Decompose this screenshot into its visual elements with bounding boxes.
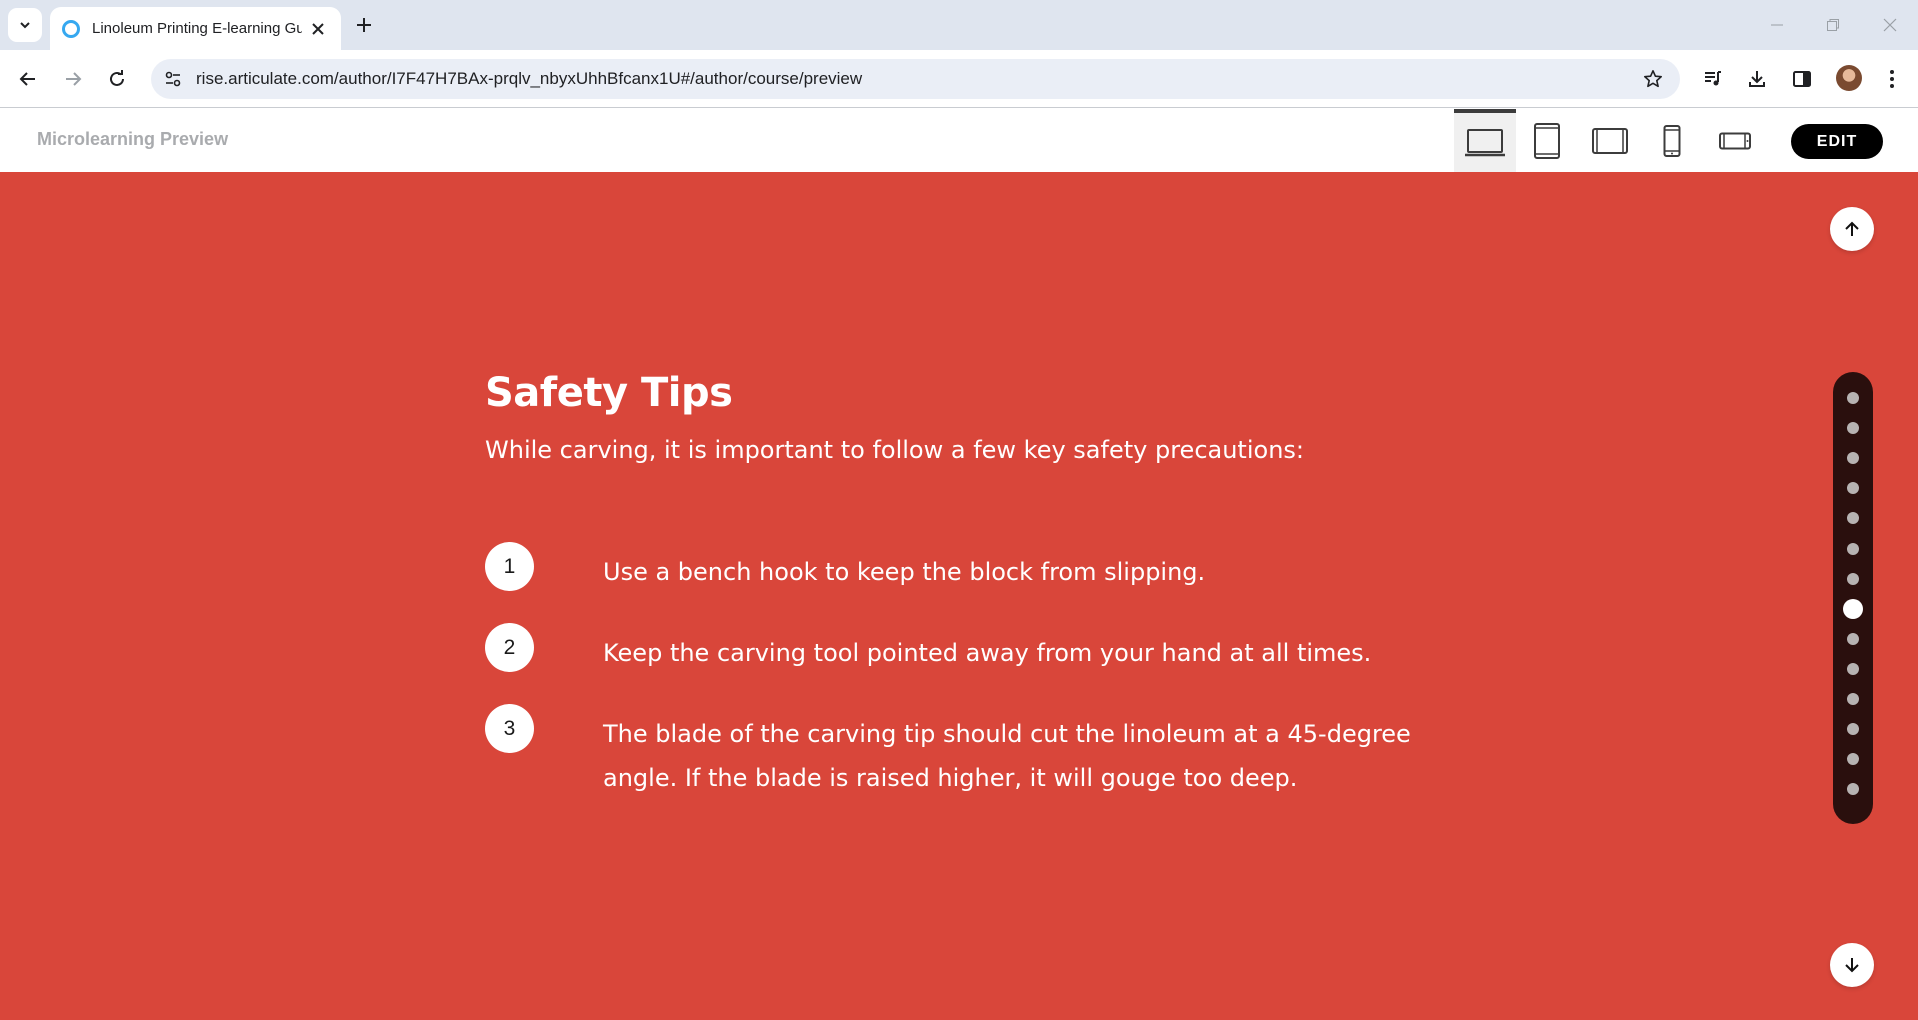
section-progress-dot[interactable] xyxy=(1847,753,1859,766)
media-controls-button[interactable] xyxy=(1697,63,1729,95)
forward-button[interactable] xyxy=(56,62,90,96)
step-number: 1 xyxy=(485,542,534,591)
section-progress-dot[interactable] xyxy=(1847,542,1859,555)
section-progress-rail[interactable] xyxy=(1833,372,1873,824)
address-bar[interactable]: rise.articulate.com/author/I7F47H7BAx-pr… xyxy=(151,59,1680,99)
browser-tab-active[interactable]: Linoleum Printing E-learning Gu xyxy=(50,7,341,50)
browser-menu-button[interactable] xyxy=(1876,63,1908,95)
desktop-icon xyxy=(1465,128,1505,156)
step-text: The blade of the carving tip should cut … xyxy=(603,720,1411,792)
device-tablet-landscape-button[interactable] xyxy=(1579,109,1641,172)
phone-landscape-icon xyxy=(1719,132,1751,149)
section-progress-dot[interactable] xyxy=(1847,512,1859,525)
device-desktop-button[interactable] xyxy=(1454,109,1516,172)
lesson-content: Safety Tips While carving, it is importa… xyxy=(0,172,1918,1020)
tablet-landscape-icon xyxy=(1592,127,1628,154)
section-progress-dot[interactable] xyxy=(1847,482,1859,495)
preview-title: Microlearning Preview xyxy=(37,129,229,149)
section-progress-dot[interactable] xyxy=(1847,572,1859,585)
profile-avatar[interactable] xyxy=(1836,65,1862,91)
close-window-icon xyxy=(1883,18,1897,32)
step-number: 2 xyxy=(485,623,534,672)
section-progress-dot[interactable] xyxy=(1847,452,1859,465)
tablet-portrait-icon xyxy=(1534,122,1560,159)
browser-tab-strip: Linoleum Printing E-learning Gu xyxy=(0,0,1918,50)
url-text: rise.articulate.com/author/I7F47H7BAx-pr… xyxy=(196,69,863,88)
restore-window-button[interactable] xyxy=(1813,10,1853,40)
arrow-up-icon xyxy=(1845,221,1859,236)
scroll-down-button[interactable] xyxy=(1830,943,1874,987)
step-number: 3 xyxy=(485,704,534,753)
preview-header: Microlearning Preview EDIT xyxy=(0,109,1918,172)
downloads-button[interactable] xyxy=(1741,63,1773,95)
more-vertical-icon xyxy=(1890,70,1894,88)
section-progress-dot[interactable] xyxy=(1847,693,1859,705)
star-icon xyxy=(1644,70,1662,88)
chevron-down-icon xyxy=(20,22,30,29)
bookmark-button[interactable] xyxy=(1642,68,1664,90)
arrow-right-icon xyxy=(66,72,82,86)
browser-toolbar: rise.articulate.com/author/I7F47H7BAx-pr… xyxy=(0,50,1918,108)
download-icon xyxy=(1749,71,1765,87)
tab-title: Linoleum Printing E-learning Gu xyxy=(92,20,302,37)
phone-portrait-icon xyxy=(1663,124,1681,157)
site-info-button[interactable] xyxy=(163,69,183,89)
side-panel-button[interactable] xyxy=(1786,63,1818,95)
plus-icon xyxy=(357,18,371,32)
lesson-heading: Safety Tips xyxy=(485,370,733,416)
site-favicon-icon xyxy=(62,19,80,38)
device-phone-portrait-button[interactable] xyxy=(1641,109,1703,172)
minimize-window-button[interactable] xyxy=(1757,10,1797,40)
close-icon xyxy=(312,22,324,35)
tune-icon xyxy=(165,71,181,87)
reload-icon xyxy=(110,70,124,86)
arrow-left-icon xyxy=(19,72,35,86)
section-progress-dot[interactable] xyxy=(1843,598,1863,619)
device-tablet-portrait-button[interactable] xyxy=(1516,109,1578,172)
section-progress-dot[interactable] xyxy=(1847,723,1859,736)
new-tab-button[interactable] xyxy=(350,11,378,39)
section-progress-dot[interactable] xyxy=(1847,632,1859,645)
minimize-icon xyxy=(1771,24,1783,26)
section-progress-dot[interactable] xyxy=(1847,783,1859,796)
device-phone-landscape-button[interactable] xyxy=(1704,109,1766,172)
edit-button[interactable]: EDIT xyxy=(1791,124,1883,159)
tab-close-button[interactable] xyxy=(307,18,329,40)
side-panel-icon xyxy=(1793,71,1811,87)
section-progress-dot[interactable] xyxy=(1847,662,1859,675)
queue-music-icon xyxy=(1705,71,1721,86)
lesson-intro: While carving, it is important to follow… xyxy=(485,436,1304,464)
back-button[interactable] xyxy=(11,62,45,96)
scroll-up-button[interactable] xyxy=(1830,207,1874,251)
restore-icon xyxy=(1827,19,1839,31)
reload-button[interactable] xyxy=(100,62,134,96)
section-progress-dot[interactable] xyxy=(1847,392,1859,404)
section-progress-dot[interactable] xyxy=(1847,422,1859,435)
step-text: Use a bench hook to keep the block from … xyxy=(603,558,1206,586)
tab-search-button[interactable] xyxy=(8,8,42,42)
step-text: Keep the carving tool pointed away from … xyxy=(603,639,1372,667)
close-window-button[interactable] xyxy=(1870,10,1910,40)
arrow-down-icon xyxy=(1845,958,1859,973)
